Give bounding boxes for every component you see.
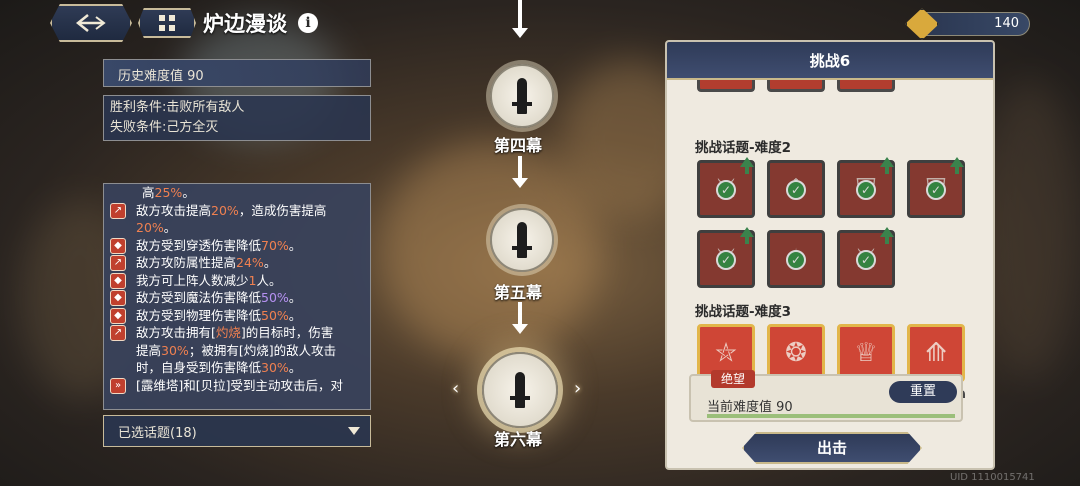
topic-tile-sword-down-3[interactable]: ⚔✓ [837,227,895,288]
challenge-panel: 挑战6 挑战话题-难度2 ⚔✓ ♔✓ ⛨✓ ⛨✓ ⚔✓ ✦✓ ⚔✓ 挑战话题-难… [665,40,995,470]
stamina-value: 140 [994,16,1019,31]
attack-up-icon: ↗ [110,202,126,219]
effect-row: ↗ 敌方攻击提高20%，造成伤害提高 20%。 [110,202,364,237]
route-arrow [512,302,528,334]
topic-tile-shield-2[interactable]: ⛨✓ [907,157,965,218]
topic-tile[interactable] [697,80,755,92]
chevron-down-icon [348,427,360,435]
difficulty-progress-bar [707,414,955,418]
challenge-title: 挑战6 [667,42,993,80]
back-button[interactable] [50,4,132,42]
upgrade-arrow-icon [880,157,894,174]
route-arrow [512,156,528,188]
stage-node-5[interactable] [490,208,554,272]
difficulty-tag: 绝望 [711,370,755,388]
upgrade-arrow-icon [740,227,754,244]
challenge-topic-scroll[interactable]: 挑战话题-难度2 ⚔✓ ♔✓ ⛨✓ ⛨✓ ⚔✓ ✦✓ ⚔✓ 挑战话题-难度3 ⛦… [667,80,993,398]
info-icon[interactable]: i [298,13,318,33]
check-icon: ✓ [856,250,876,270]
shield-icon: ◆ [110,307,126,324]
selected-topics-label: 已选话题(18) [118,425,197,441]
sortie-button[interactable]: 出击 [742,432,922,464]
topic-tile[interactable] [837,80,895,92]
user-id: UID 1110015741 [950,472,1035,483]
reset-button[interactable]: 重置 [889,381,957,403]
shield-icon: ◆ [110,272,126,289]
shield-icon: ◆ [110,290,126,306]
selected-topics-dropdown[interactable]: 已选话题(18) [103,415,371,447]
menu-button[interactable] [138,8,196,38]
effect-row: ↗ 敌方攻防属性提高24%。 [110,254,364,272]
route-arrow [512,0,528,38]
topic-tile-sword-down[interactable]: ⚔✓ [697,157,755,218]
upgrade-arrow-icon [950,157,964,174]
halo-icon: ❂ [785,338,807,368]
sword-icon [512,222,532,258]
topic-tile-sword-down-2[interactable]: ⚔✓ [697,227,755,288]
effect-row: ◆ 敌方受到物理伤害降低50%。 [110,307,364,325]
section-title-difficulty-3: 挑战话题-难度3 [695,304,791,320]
stage-label-6: 第六幕 [494,430,543,449]
topic-tile-crown[interactable]: ♔✓ [767,160,825,218]
topic-tile-emblem[interactable]: ✦✓ [767,230,825,288]
section-title-difficulty-2: 挑战话题-难度2 [695,140,791,156]
check-icon: ✓ [786,250,806,270]
effect-row: 高25%。 [142,185,195,200]
stage-node-4[interactable] [490,64,554,128]
effect-row: ◆ 我方可上阵人数减少1人。 [110,272,364,290]
chevron-emblem-icon: ⟰ [925,338,947,368]
check-icon: ✓ [716,180,736,200]
current-difficulty: 当前难度值 90 [707,400,793,415]
shield-icon: ◆ [110,237,126,254]
effect-row: ◆ 敌方受到穿透伤害降低70%。 [110,237,364,255]
witch-hat-icon: ⛦ [715,337,737,368]
effect-row: ◆ 敌方受到魔法伤害降低50%。 [110,289,364,307]
difficulty-box: 绝望 当前难度值 90 重置 [689,370,963,422]
crowns-icon: ♕ [854,338,878,368]
effects-list[interactable]: 高25%。 ↗ 敌方攻击提高20%，造成伤害提高 20%。 ◆ 敌方受到穿透伤害降… [103,183,371,410]
check-icon: ✓ [926,180,946,200]
history-difficulty: 历史难度值 90 [103,59,371,87]
stage-label-4: 第四幕 [494,136,543,155]
effect-row: ↗ 敌方攻击拥有[灼烧]的目标时，伤害 提高30%；被拥有[灼烧]的敌人攻击 时… [110,324,364,377]
double-down-icon: » [110,377,126,394]
battle-conditions: 胜利条件:击败所有敌人 失败条件:己方全灭 [103,95,371,141]
left-indicator-icon: ‹ [452,378,460,399]
topic-tile[interactable] [767,80,825,92]
grid-menu-icon [159,15,175,31]
check-icon: ✓ [786,180,806,200]
topic-tile-shield[interactable]: ⛨✓ [837,157,895,218]
upgrade-arrow-icon [740,157,754,174]
page-title: 炉边漫谈 [203,12,287,36]
sword-icon [512,78,532,114]
lose-condition: 失败条件:己方全灭 [110,120,219,135]
upgrade-arrow-icon [880,227,894,244]
attack-up-icon: ↗ [110,255,126,271]
stage-label-5: 第五幕 [494,283,543,302]
attack-up-icon: ↗ [110,325,126,341]
back-arrow-icon [75,14,106,32]
check-icon: ✓ [856,180,876,200]
effect-row: » [露维塔]和[贝拉]受到主动攻击后，对 [110,377,364,395]
sword-icon [510,372,530,408]
right-indicator-icon: › [574,378,582,399]
win-condition: 胜利条件:击败所有敌人 [110,100,245,115]
check-icon: ✓ [716,250,736,270]
stage-node-6[interactable] [482,352,558,428]
